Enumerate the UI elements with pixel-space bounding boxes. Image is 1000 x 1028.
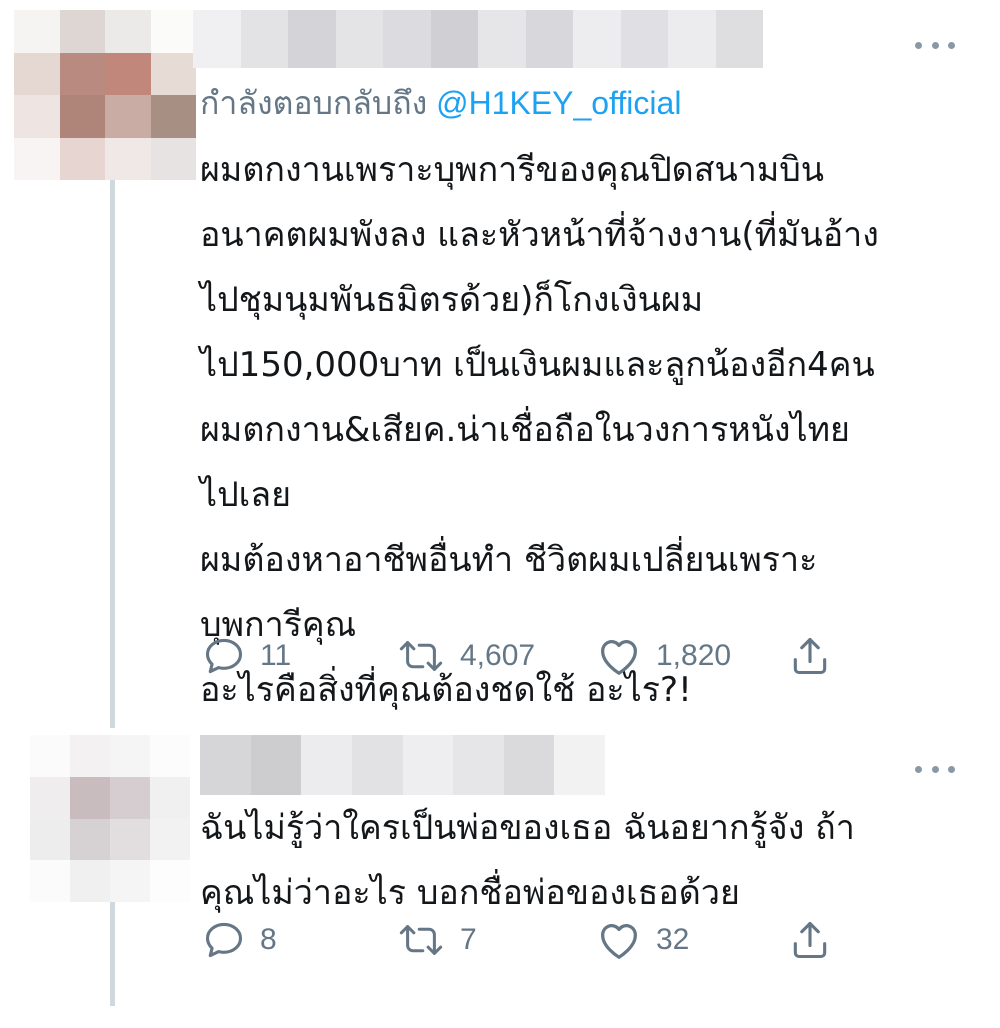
retweet-icon: [399, 641, 443, 671]
tweet-text-line: ไปชุมนุมพันธมิตรด้วย)ก็โกงเงินผม: [200, 280, 704, 320]
replying-to: กำลังตอบกลับถึง @H1KEY_official: [200, 78, 681, 129]
mention-link[interactable]: @H1KEY_official: [436, 85, 681, 121]
heart-icon: [601, 924, 637, 959]
share-icon: [793, 637, 827, 675]
tweet-text-line: ผมต้องหาอาชีพอื่นทำ ชีวิตผมเปลี่ยนเพราะ: [200, 540, 818, 580]
reply-button[interactable]: 11: [202, 634, 291, 678]
reply-count: 11: [260, 639, 292, 672]
avatar[interactable]: [30, 735, 190, 902]
share-icon: [793, 921, 827, 959]
tweet-text-line: ผมตกงานเพราะบุพการีของคุณปิดสนามบิน: [200, 150, 825, 190]
avatar[interactable]: [14, 10, 196, 180]
replying-to-label: กำลังตอบกลับถึง: [200, 85, 428, 121]
more-options-icon[interactable]: [915, 38, 955, 52]
like-count: 1,820: [656, 639, 732, 672]
author-name-blurred[interactable]: [193, 10, 763, 68]
like-button[interactable]: 1,820: [596, 634, 731, 678]
more-options-icon[interactable]: [915, 762, 955, 776]
reply-icon: [205, 922, 243, 958]
heart-icon: [601, 640, 637, 675]
tweet-actions: 11 4,607 1,820: [200, 634, 920, 684]
tweet-actions: 8 7 32: [200, 918, 920, 968]
tweet-text-line: ไป150,000บาท เป็นเงินผมและลูกน้องอีก4คน: [200, 345, 875, 385]
reply-button[interactable]: 8: [202, 918, 277, 962]
thread-connector-line: [110, 180, 115, 728]
like-count: 32: [656, 923, 690, 956]
author-name-blurred[interactable]: [200, 735, 605, 795]
like-button[interactable]: 32: [596, 918, 689, 962]
retweet-button[interactable]: 7: [396, 918, 477, 962]
thread-connector-line: [110, 902, 115, 1006]
reply-count: 8: [260, 923, 277, 956]
tweet-text-line: ไปเลย: [200, 475, 292, 515]
retweet-count: 4,607: [460, 639, 536, 672]
tweet-text-line: ฉันไม่รู้ว่าใครเป็นพ่อของเธอ ฉันอยากรู้จ…: [200, 808, 855, 848]
share-button[interactable]: [788, 918, 832, 962]
share-button[interactable]: [788, 634, 832, 678]
tweet-text-line: คุณไม่ว่าอะไร บอกชื่อพ่อของเธอด้วย: [200, 873, 740, 913]
retweet-count: 7: [460, 923, 477, 956]
reply-icon: [205, 638, 243, 674]
tweet-text: ฉันไม่รู้ว่าใครเป็นพ่อของเธอ ฉันอยากรู้จ…: [200, 796, 990, 926]
tweet-text-line: ผมตกงาน&เสียค.น่าเชื่อถือในวงการหนังไทย: [200, 410, 850, 450]
tweet-text-line: อนาคตผมพังลง และหัวหน้าที่จ้างงาน(ที่มัน…: [200, 215, 879, 255]
retweet-button[interactable]: 4,607: [396, 634, 535, 678]
retweet-icon: [399, 925, 443, 955]
